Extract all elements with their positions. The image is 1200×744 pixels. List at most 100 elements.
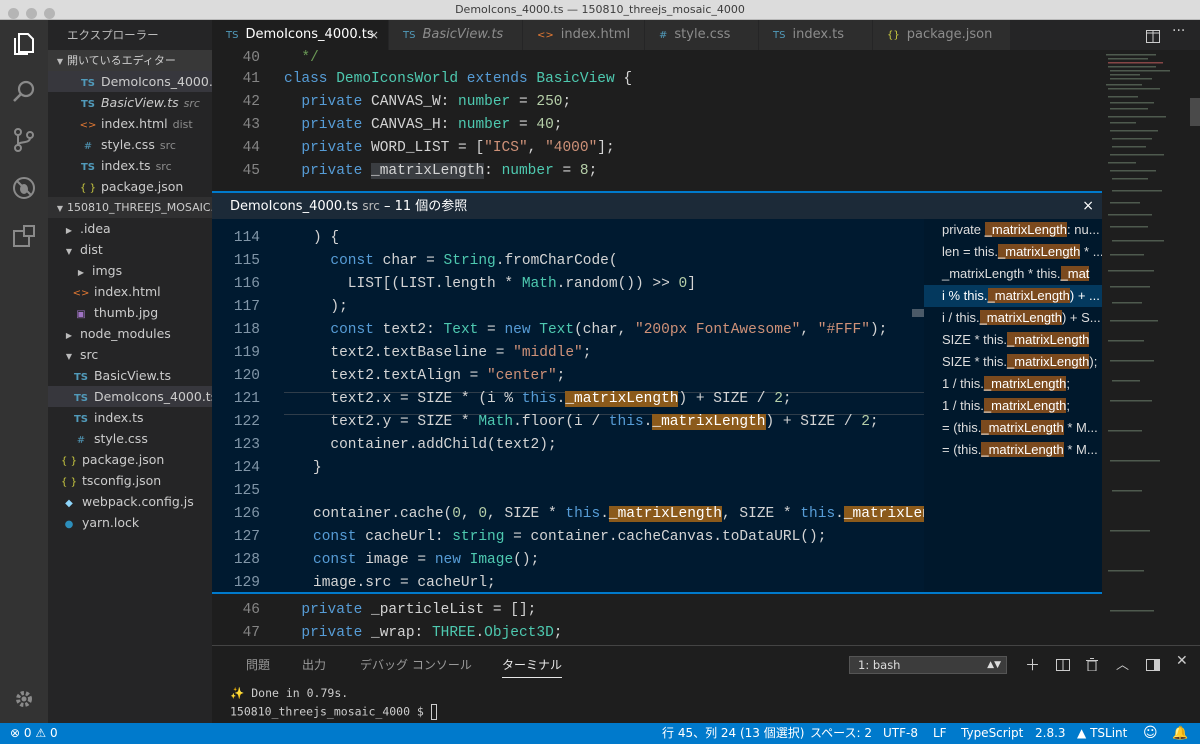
peek-code[interactable]: 113 i++ 114 ) { 115 const char = String.… [212, 219, 924, 592]
tab-index-ts[interactable]: TS index.ts [759, 20, 873, 50]
json-file-icon: { } [61, 456, 77, 467]
indentation[interactable]: スペース: 2 [810, 723, 872, 744]
reference-item[interactable]: len = this._matrixLength * ... [924, 241, 1102, 263]
code-line: ); [313, 299, 348, 315]
tree-file[interactable]: ◆ webpack.config.js [48, 491, 212, 512]
section-label: 150810_THREEJS_MOSAIC... [67, 201, 212, 214]
tab-debug-console[interactable]: デバッグ コンソール [360, 656, 472, 673]
chevron-up-icon[interactable]: ︿ [1116, 654, 1129, 673]
ref-post: ); [1089, 354, 1098, 369]
tree-file[interactable]: TS BasicView.ts [48, 365, 212, 386]
tab-style-css[interactable]: # style.css [645, 20, 759, 50]
language-mode[interactable]: TypeScript [961, 723, 1023, 744]
line-number: 127 [233, 529, 260, 545]
open-editor-item[interactable]: TS BasicView.ts src [48, 92, 212, 113]
peek-references-widget: DemoIcons_4000.ts src – 11 個の参照 × 113 i+… [212, 191, 1102, 594]
tree-folder[interactable]: ▶ imgs [48, 260, 212, 281]
line-number: 123 [233, 437, 260, 453]
code-line: private _wrap: THREE.Object3D; [301, 625, 563, 641]
terminal-prompt[interactable]: 150810_threejs_mosaic_4000 $ [230, 704, 437, 720]
line-ending[interactable]: LF [933, 723, 947, 744]
tree-folder[interactable]: ▶ .idea [48, 218, 212, 239]
tab-problems[interactable]: 問題 [246, 656, 270, 673]
peek-reference-list: private _matrixLength: nu... len = this.… [924, 219, 1102, 592]
explorer-icon[interactable] [0, 20, 48, 68]
code-line: */ [284, 50, 319, 66]
debug-icon[interactable] [0, 164, 48, 212]
ref-match: _matrixLength [998, 244, 1081, 259]
tree-file[interactable]: ● yarn.lock [48, 512, 212, 533]
search-icon[interactable] [0, 68, 48, 116]
tslint-status[interactable]: ▲ TSLint [1077, 723, 1127, 744]
smiley-icon[interactable]: ☺ [1143, 723, 1158, 744]
reference-item[interactable]: = (this._matrixLength * M... [924, 417, 1102, 439]
open-editor-item[interactable]: { } package.json [48, 176, 212, 197]
new-terminal-icon[interactable]: ＋ [1025, 654, 1040, 675]
file-label: style.css [93, 431, 148, 446]
open-editor-item[interactable]: TS index.ts src [48, 155, 212, 176]
file-label: index.ts [100, 158, 151, 173]
tab-output[interactable]: 出力 [302, 656, 326, 673]
tree-file[interactable]: TS DemoIcons_4000.ts [48, 386, 212, 407]
reference-item-selected[interactable]: i % this._matrixLength) + ... [924, 285, 1102, 307]
reference-item[interactable]: 1 / this._matrixLength; [924, 395, 1102, 417]
tree-file[interactable]: # style.css [48, 428, 212, 449]
reference-item[interactable]: SIZE * this._matrixLength); [924, 351, 1102, 373]
tree-file[interactable]: ▣ thumb.jpg [48, 302, 212, 323]
tree-folder[interactable]: ▶ node_modules [48, 323, 212, 344]
reference-item[interactable]: _matrixLength * this._mat [924, 263, 1102, 285]
open-editor-item[interactable]: TS DemoIcons_4000... [48, 71, 212, 92]
prompt-text: 150810_threejs_mosaic_4000 $ [230, 704, 431, 719]
reference-item[interactable]: = (this._matrixLength * M... [924, 439, 1102, 461]
terminal-select[interactable]: 1: bash ▲▼ [849, 656, 1007, 674]
tree-file[interactable]: <> index.html [48, 281, 212, 302]
folder-label: node_modules [79, 326, 171, 341]
bell-icon[interactable]: 🔔 [1172, 723, 1188, 744]
project-section[interactable]: ▼ 150810_THREEJS_MOSAIC... [48, 197, 212, 218]
tree-folder[interactable]: ▼ dist [48, 239, 212, 260]
peek-refs-count: – 11 個の参照 [383, 199, 468, 214]
error-count: 0 [23, 726, 32, 740]
reference-item[interactable]: SIZE * this._matrixLength [924, 329, 1102, 351]
close-icon[interactable]: × [1082, 193, 1094, 219]
tab-terminal[interactable]: ターミナル [502, 656, 563, 678]
tab-index-html[interactable]: <> index.html [523, 20, 645, 50]
tree-file[interactable]: { } tsconfig.json [48, 470, 212, 491]
tab-package-json[interactable]: {} package.json [873, 20, 1011, 50]
ts-version[interactable]: 2.8.3 [1035, 723, 1066, 744]
reference-item[interactable]: i / this._matrixLength) + S... [924, 307, 1102, 329]
vscode-window: DemoIcons_4000.ts — 150810_threejs_mosai… [0, 0, 1200, 744]
tree-file[interactable]: TS index.ts [48, 407, 212, 428]
gear-icon[interactable] [0, 675, 48, 723]
encoding[interactable]: UTF-8 [883, 723, 918, 744]
problems-indicator[interactable]: ⊗ 0 ⚠ 0 [10, 723, 58, 744]
open-editor-item[interactable]: # style.css src [48, 134, 212, 155]
tree-file[interactable]: { } package.json [48, 449, 212, 470]
reference-item[interactable]: private _matrixLength: nu... [924, 219, 1102, 241]
chevron-down-icon: ▲▼ [987, 660, 1001, 670]
terminal-output-line: ✨ Done in 0.79s. [230, 686, 349, 700]
extensions-icon[interactable] [0, 212, 48, 260]
reference-item[interactable]: 1 / this._matrixLength; [924, 373, 1102, 395]
close-panel-icon[interactable]: ✕ [1176, 653, 1188, 669]
open-editor-item[interactable]: <> index.html dist [48, 113, 212, 134]
tab-basicview[interactable]: TS BasicView.ts [389, 20, 523, 50]
file-label: package.json [100, 179, 184, 194]
split-terminal-icon[interactable] [1056, 657, 1070, 675]
tree-folder[interactable]: ▼ src [48, 344, 212, 365]
maximize-panel-icon[interactable] [1146, 657, 1160, 675]
tab-label: package.json [906, 27, 993, 42]
cursor-position[interactable]: 行 45、列 24 (13 個選択) [662, 723, 804, 744]
file-label: webpack.config.js [81, 494, 194, 509]
open-editors-section[interactable]: ▼ 開いているエディター [48, 50, 212, 71]
minimap[interactable] [1102, 50, 1200, 645]
folder-label: .idea [79, 221, 111, 236]
trash-icon[interactable] [1086, 657, 1098, 675]
tab-demoicons[interactable]: TS DemoIcons_4000.ts × [212, 20, 389, 50]
code-line: private CANVAS_W: number = 250; [301, 94, 572, 110]
source-control-icon[interactable] [0, 116, 48, 164]
more-actions-icon[interactable]: ··· [1172, 23, 1185, 39]
split-editor-icon[interactable] [1146, 28, 1160, 47]
scroll-marker [912, 309, 924, 317]
close-icon[interactable]: × [369, 20, 379, 50]
